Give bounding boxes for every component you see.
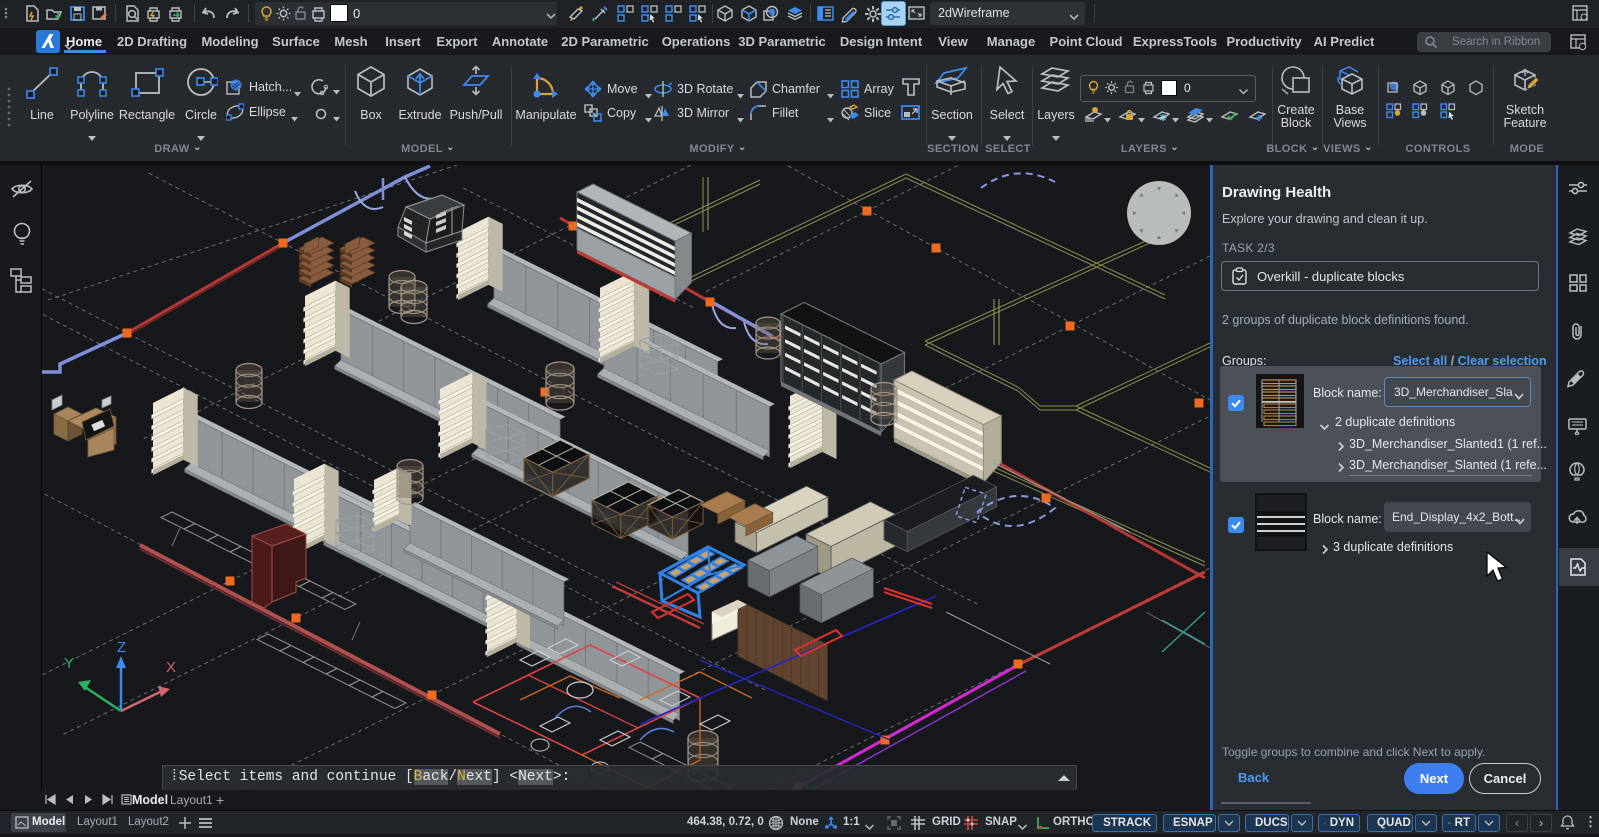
- svg-text:Z: Z: [117, 639, 126, 656]
- svg-text:X: X: [166, 659, 176, 676]
- svg-text:Y: Y: [64, 655, 74, 672]
